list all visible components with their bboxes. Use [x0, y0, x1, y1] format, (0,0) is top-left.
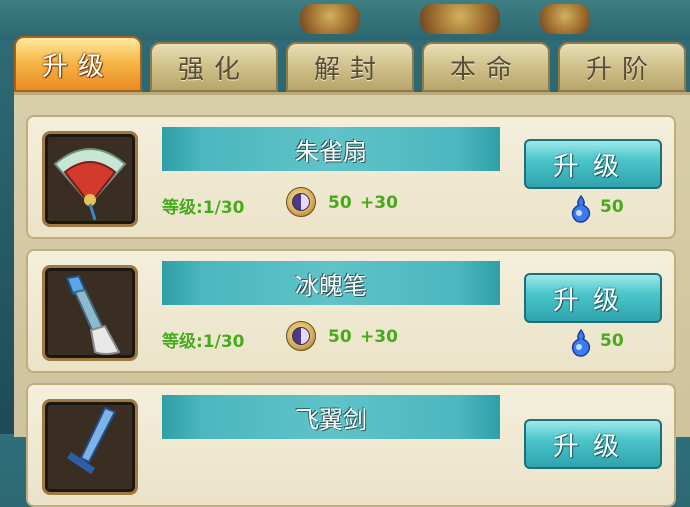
list-item: 冰魄笔 等级:1/30 50 +30 升级 50	[26, 249, 676, 373]
upgrade-button[interactable]: 升级	[524, 139, 662, 189]
tab-unseal[interactable]: 解封	[286, 42, 414, 92]
coin-cost: 50	[328, 193, 352, 213]
list-item: 飞翼剑 升级	[26, 383, 676, 507]
coin-icon	[286, 321, 316, 351]
item-level: 等级:1/30	[162, 332, 245, 352]
ornament-icon	[540, 4, 590, 34]
bonus-value: +30	[360, 327, 398, 347]
tab-ascend[interactable]: 升阶	[558, 42, 686, 92]
item-name: 冰魄笔	[162, 261, 500, 305]
item-list-panel: 朱雀扇 等级:1/30 50 +30 升级 50 冰魄笔 等级:1/30 50 …	[14, 92, 690, 507]
item-name: 飞翼剑	[162, 395, 500, 439]
upgrade-button[interactable]: 升级	[524, 419, 662, 469]
ornament-icon	[420, 4, 500, 34]
upgrade-button[interactable]: 升级	[524, 273, 662, 323]
item-name: 朱雀扇	[162, 127, 500, 171]
spirit-gem-icon	[571, 195, 591, 223]
gem-cost: 50	[600, 197, 624, 217]
top-decoration	[0, 0, 690, 40]
tab-upgrade[interactable]: 升级	[14, 36, 142, 92]
coin-cost: 50	[328, 327, 352, 347]
bonus-value: +30	[360, 193, 398, 213]
gem-cost: 50	[600, 331, 624, 351]
ornament-icon	[300, 4, 360, 34]
brush-icon[interactable]	[42, 265, 138, 361]
list-item: 朱雀扇 等级:1/30 50 +30 升级 50	[26, 115, 676, 239]
tab-destiny[interactable]: 本命	[422, 42, 550, 92]
spirit-gem-icon	[571, 329, 591, 357]
tab-bar: 升级 强化 解封 本命 升阶	[14, 36, 690, 94]
sword-icon[interactable]	[42, 399, 138, 495]
tab-enhance[interactable]: 强化	[150, 42, 278, 92]
fan-icon[interactable]	[42, 131, 138, 227]
coin-icon	[286, 187, 316, 217]
item-level: 等级:1/30	[162, 198, 245, 218]
